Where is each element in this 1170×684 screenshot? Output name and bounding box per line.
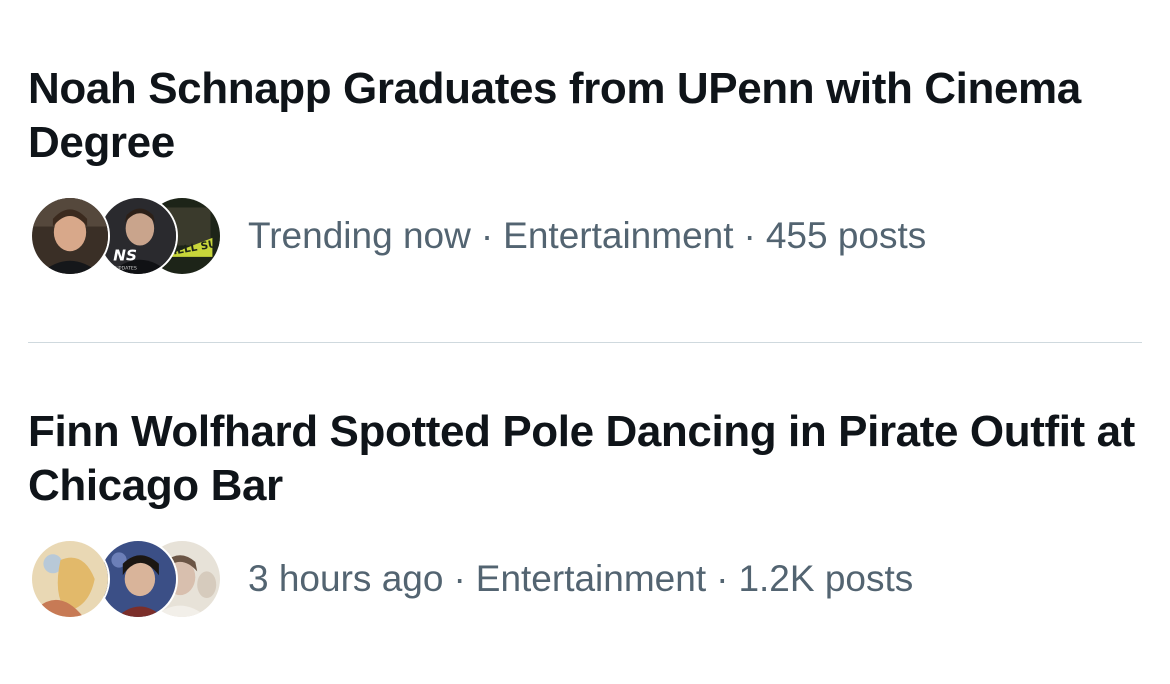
meta-separator: ·	[743, 215, 756, 256]
avatar-overlay-text: NS	[113, 247, 137, 265]
trend-time: Trending now	[248, 215, 471, 256]
trend-meta: Trending now · Entertainment · 455 posts	[248, 214, 926, 258]
trend-meta-row: 3 hours ago · Entertainment · 1.2K posts	[30, 539, 1130, 623]
meta-separator: ·	[480, 215, 494, 256]
trend-category: Entertainment	[475, 558, 707, 599]
trend-title: Noah Schnapp Graduates from UPenn with C…	[28, 64, 1081, 167]
trend-item-finn-wolfhard[interactable]: Finn Wolfhard Spotted Pole Dancing in Pi…	[0, 343, 1170, 684]
avatar	[30, 196, 110, 276]
avatar-overlay-text: UPDATES	[115, 265, 137, 271]
trend-post-count: 1.2K posts	[738, 558, 914, 599]
avatar-stack	[30, 539, 230, 623]
avatar	[30, 539, 110, 619]
trend-title: Finn Wolfhard Spotted Pole Dancing in Pi…	[28, 407, 1135, 510]
avatar	[98, 539, 178, 619]
trend-time: 3 hours ago	[248, 558, 444, 599]
avatar: NS UPDATES	[98, 196, 178, 276]
trend-meta: 3 hours ago · Entertainment · 1.2K posts	[248, 557, 913, 601]
trend-meta-row: NS UPDATES HELL SUMMER Trending now · Ente…	[30, 196, 1130, 280]
meta-separator: ·	[453, 558, 466, 599]
trend-item-noah-schnapp[interactable]: Noah Schnapp Graduates from UPenn with C…	[0, 0, 1170, 342]
trend-post-count: 455 posts	[765, 215, 927, 256]
avatar-stack: NS UPDATES HELL SUMMER	[30, 196, 230, 280]
trend-category: Entertainment	[503, 215, 734, 256]
meta-separator: ·	[716, 558, 729, 599]
